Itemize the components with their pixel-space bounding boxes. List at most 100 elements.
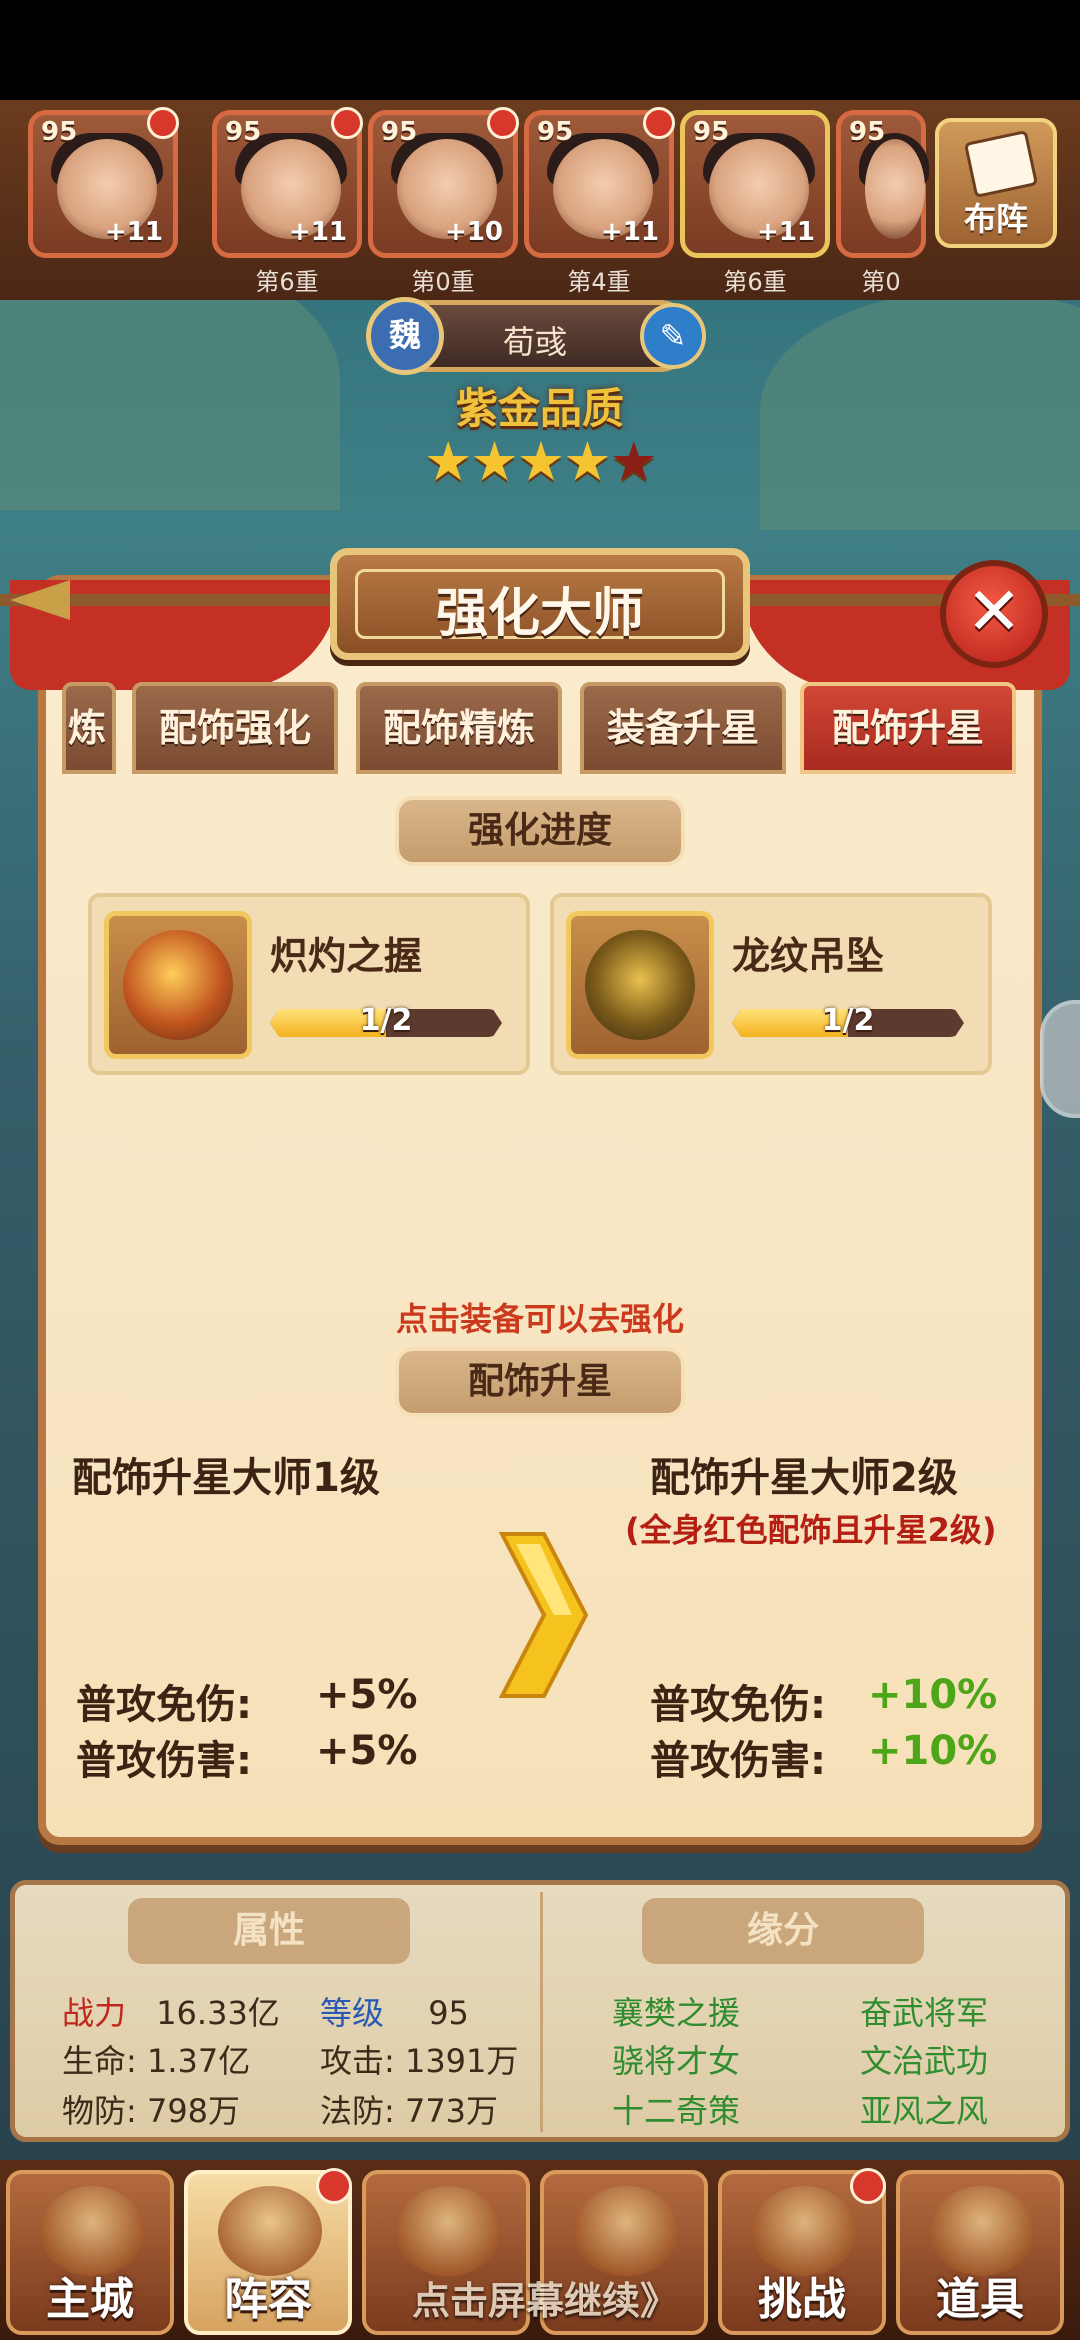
hero-level: 95 [849,117,886,147]
stat-value: +10% [868,1728,998,1774]
stat-value: +5% [316,1728,418,1774]
hero-card-4[interactable]: 95 +11 [524,107,675,258]
fate-item[interactable]: 骁将才女 [612,2036,740,2082]
tab-partial[interactable]: 炼 [62,682,116,774]
hero-level: 95 [693,117,730,147]
side-toggle-button[interactable] [1040,1000,1080,1118]
nav-main-city[interactable]: 主城 [6,2170,174,2335]
hero-level: 95 [537,117,574,147]
red-dot-icon [487,107,519,139]
red-dot-icon [643,107,675,139]
nav-items[interactable]: 道具 [896,2170,1064,2335]
nav-challenge[interactable]: 挑战 [718,2168,886,2335]
arrow-right-icon [498,1532,588,1698]
tab-accessory-refine[interactable]: 配饰精炼 [356,682,562,774]
hero-card-3[interactable]: 95 +10 [368,107,519,258]
continue-hint[interactable]: 点击屏幕继续》 [380,2270,710,2325]
star-icon: ★ [516,430,565,493]
nav-label: 阵容 [224,2274,312,2325]
current-stat-1: 普攻免伤: +5% [76,1672,417,1730]
current-stat-2: 普攻伤害: +5% [76,1728,417,1786]
red-dot-icon [850,2168,886,2204]
nav-label: 挑战 [758,2274,846,2325]
dragon-pendant-icon[interactable] [566,911,714,1059]
bag-icon [574,2186,678,2276]
fate-item[interactable]: 文治武功 [860,2036,988,2082]
hero-level: 95 [381,117,418,147]
mdef-stat: 法防: 773万 [320,2092,499,2130]
hero-card-5[interactable]: 95 +11 [680,110,830,258]
edit-pencil-icon[interactable]: ✎ [640,303,706,369]
hero-plus: +10 [445,217,503,247]
fire-ring-icon[interactable] [104,911,252,1059]
hero-layer-4: 第4重 [567,268,631,296]
star-icon: ★ [423,430,472,493]
fate-header: 缘分 [642,1898,924,1964]
fate-item[interactable]: 奋武将军 [860,1988,988,2034]
fate-item[interactable]: 襄樊之援 [612,1988,740,2034]
level-label: 等级 [320,1994,385,2032]
next-stat-1: 普攻免伤: +10% [650,1672,997,1730]
stat-value: +10% [868,1672,998,1718]
hero-plus: +11 [289,217,347,247]
deploy-label: 布阵 [963,200,1028,238]
tab-accessory-enhance[interactable]: 配饰强化 [132,682,338,774]
hero-nameplate: 魏 荀彧 ✎ [366,297,706,375]
equip-slot-1[interactable]: 炽灼之握 1/2 [88,893,530,1075]
star-empty-icon: ★ [609,430,658,493]
close-button[interactable]: ✕ [940,560,1048,668]
next-stat-2: 普攻伤害: +10% [650,1728,997,1786]
hero-layer-2: 第6重 [255,268,319,296]
power-stat: 战力 16.33亿 [62,1988,280,2034]
red-dot-icon [331,107,363,139]
equip-name: 龙纹吊坠 [732,934,885,978]
panel-title: 强化大师 [435,584,644,644]
next-condition: (全身红色配饰且升星2级) [625,1511,997,1549]
nav-label: 道具 [936,2274,1024,2325]
divider [540,1892,543,2132]
level-stat: 等级 95 [320,1988,469,2034]
pdef-stat: 物防: 798万 [62,2092,241,2130]
equip-slot-2[interactable]: 龙纹吊坠 1/2 [550,893,992,1075]
hero-card-1[interactable]: 95 +11 [28,107,179,258]
hp-stat: 生命: 1.37亿 [62,2042,251,2080]
next-level: 配饰升星大师2级 [650,1455,958,1501]
nav-label: 主城 [46,2274,134,2325]
progress-text: 1/2 [821,1003,875,1038]
fate-item[interactable]: 十二奇策 [612,2086,740,2132]
tab-accessory-star[interactable]: 配饰升星 [800,682,1016,774]
hero-plus: +11 [601,217,659,247]
status-bar [0,0,1080,100]
deploy-button[interactable]: 布阵 [935,118,1057,248]
current-level: 配饰升星大师1级 [72,1455,380,1501]
hero-card-6[interactable]: 95 [836,110,929,258]
red-dot-icon [147,107,179,139]
hero-level: 95 [225,117,262,147]
fate-item[interactable]: 亚风之风 [860,2086,988,2132]
progress-text: 1/2 [359,1003,413,1038]
book-icon [963,129,1039,199]
stat-label: 普攻伤害: [650,1738,826,1784]
hero-layer-3: 第0重 [411,268,475,296]
nav-lineup[interactable]: 阵容 [184,2168,352,2335]
hint-text: 点击装备可以去强化 [395,1300,684,1338]
hero-plus: +11 [105,217,163,247]
spear-tip-decoration [10,580,70,620]
close-icon: ✕ [966,573,1022,650]
star-icon: ★ [470,430,518,493]
hero-card-2[interactable]: 95 +11 [212,107,363,258]
power-label: 战力 [62,1994,127,2032]
hero-quality: 紫金品质 [455,384,624,433]
tab-equip-star[interactable]: 装备升星 [580,682,786,774]
stat-label: 普攻免伤: [76,1682,252,1728]
star-icon: ★ [563,430,611,493]
atk-stat: 攻击: 1391万 [320,2042,519,2080]
gift-icon [396,2186,500,2276]
hero-layer-5: 第6重 [723,268,787,296]
hero-level: 95 [41,117,78,147]
attributes-header: 属性 [128,1898,410,1964]
stat-label: 普攻伤害: [76,1738,252,1784]
level-value: 95 [428,1994,469,2032]
progress-title: 强化进度 [395,796,685,866]
hero-layer-6: 第0 [861,268,901,296]
